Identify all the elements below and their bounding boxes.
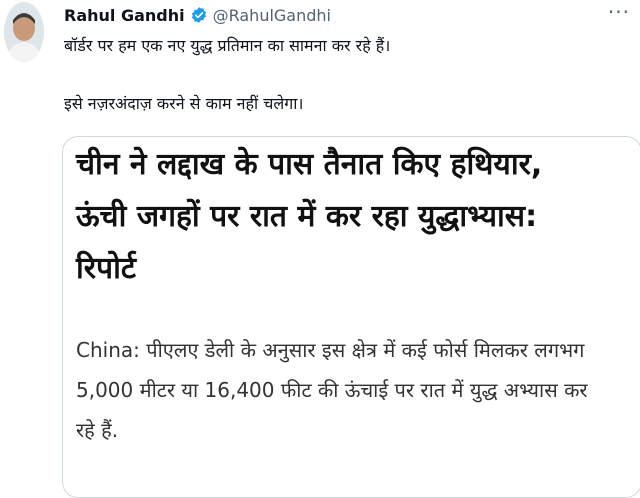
link-preview-card[interactable]: चीन ने लद्दाख के पास तैनात किए हथियार, ऊ… <box>62 136 640 498</box>
tweet-text-line-1: बॉर्डर पर हम एक नए युद्ध प्रतिमान का साम… <box>64 36 391 55</box>
author-name[interactable]: Rahul Gandhi <box>64 6 185 25</box>
verified-badge-icon <box>190 6 208 24</box>
card-description-line-3: रहे हैं. <box>76 418 119 442</box>
author-handle[interactable]: @RahulGandhi <box>213 6 331 25</box>
profile-photo <box>4 2 44 62</box>
card-headline-line-2: ऊंची जगहों पर रात में कर रहा युद्धाभ्यास… <box>76 199 538 234</box>
more-options-icon[interactable]: ··· <box>608 0 630 24</box>
tweet-text-line-2: इसे नज़रअंदाज़ करने से काम नहीं चलेगा। <box>64 94 304 113</box>
card-description-line-1: China: पीएलए डेली के अनुसार इस क्षेत्र म… <box>76 338 585 362</box>
avatar[interactable] <box>4 2 44 62</box>
card-headline-line-3: रिपोर्ट <box>76 251 136 286</box>
card-headline-line-1: चीन ने लद्दाख के पास तैनात किए हथियार, <box>76 147 543 182</box>
card-description-line-2: 5,000 मीटर या 16,400 फीट की ऊंचाई पर रात… <box>76 378 588 402</box>
tweet-header: Rahul Gandhi @RahulGandhi <box>64 4 331 26</box>
